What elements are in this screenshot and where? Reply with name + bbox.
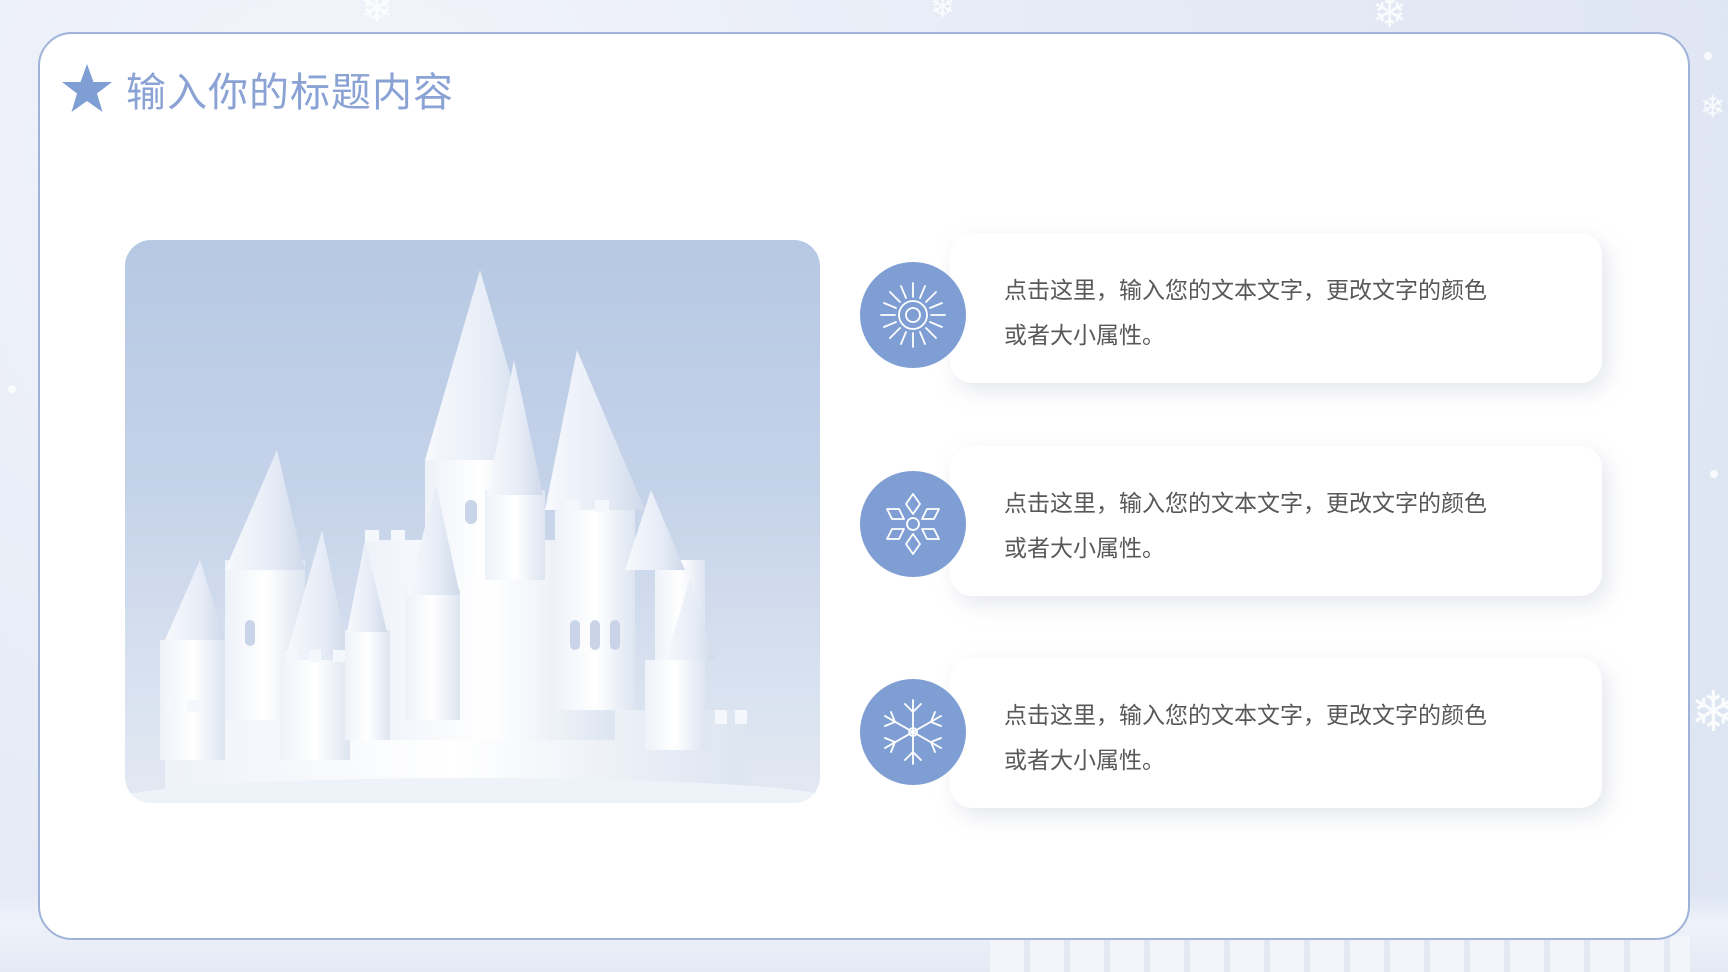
info-item-text[interactable]: 点击这里，输入您的文本文字，更改文字的颜色 或者大小属性。 bbox=[1004, 482, 1564, 572]
info-item-line: 点击这里，输入您的文本文字，更改文字的颜色 bbox=[1004, 703, 1487, 729]
background-snow-dot bbox=[1710, 470, 1718, 478]
info-item-icon-badge bbox=[860, 262, 966, 368]
slide-title[interactable]: 输入你的标题内容 bbox=[126, 60, 454, 118]
info-item-text[interactable]: 点击这里，输入您的文本文字，更改文字的颜色 或者大小属性。 bbox=[1004, 694, 1564, 784]
snow-castle-photo bbox=[125, 240, 820, 803]
info-item-icon-badge bbox=[860, 471, 966, 577]
info-item-line: 点击这里，输入您的文本文字，更改文字的颜色 bbox=[1004, 278, 1487, 304]
background-snowflake-icon: ❄ bbox=[930, 0, 956, 25]
sun-snowflake-icon bbox=[880, 282, 946, 348]
info-item-line: 或者大小属性。 bbox=[1004, 748, 1165, 774]
info-item-line: 点击这里，输入您的文本文字，更改文字的颜色 bbox=[1004, 491, 1487, 517]
crystal-snowflake-icon bbox=[884, 699, 942, 765]
flower-snowflake-icon bbox=[886, 493, 940, 555]
info-item-text[interactable]: 点击这里，输入您的文本文字，更改文字的颜色 或者大小属性。 bbox=[1004, 269, 1564, 359]
background-snow-dot bbox=[8, 385, 16, 393]
info-item: 点击这里，输入您的文本文字，更改文字的颜色 或者大小属性。 bbox=[860, 233, 1602, 383]
background-snowflake-icon: ❄ bbox=[1690, 680, 1728, 745]
background-castle-strip bbox=[990, 936, 1690, 972]
background-snow-dot bbox=[1704, 52, 1712, 60]
star-icon bbox=[62, 64, 112, 112]
info-item-line: 或者大小属性。 bbox=[1004, 323, 1165, 349]
background-snowflake-icon: ❄ bbox=[1700, 90, 1726, 125]
info-item-line: 或者大小属性。 bbox=[1004, 536, 1165, 562]
info-item-icon-badge bbox=[860, 679, 966, 785]
background-snowflake-icon: ❄ bbox=[360, 0, 394, 32]
info-item: 点击这里，输入您的文本文字，更改文字的颜色 或者大小属性。 bbox=[860, 446, 1602, 596]
title-bar: 输入你的标题内容 bbox=[60, 60, 454, 118]
info-item: 点击这里，输入您的文本文字，更改文字的颜色 或者大小属性。 bbox=[860, 658, 1602, 808]
